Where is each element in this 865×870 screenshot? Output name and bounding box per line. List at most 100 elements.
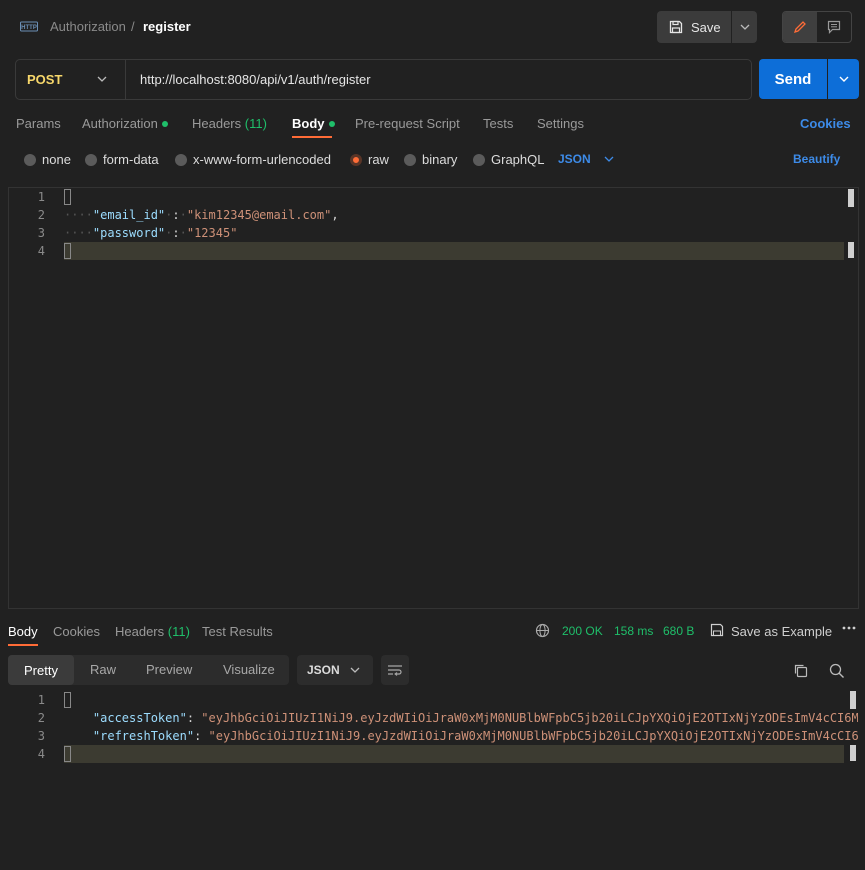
line-number: 4 <box>37 747 45 761</box>
response-tab-body[interactable]: Body <box>8 624 38 639</box>
status-code[interactable]: 200 OK <box>562 624 603 638</box>
http-request-icon: HTTP <box>20 19 38 35</box>
response-tab-test-results[interactable]: Test Results <box>202 624 273 639</box>
open-brace <box>64 189 71 205</box>
search-icon[interactable] <box>829 663 845 682</box>
chevron-down-icon <box>740 24 749 30</box>
wrap-icon <box>388 665 402 676</box>
more-options-icon[interactable] <box>842 620 856 637</box>
view-preview[interactable]: Preview <box>146 662 192 677</box>
view-visualize[interactable]: Visualize <box>223 662 275 677</box>
url-divider <box>125 60 126 99</box>
active-tab-underline <box>8 644 38 646</box>
radio-label: x-www-form-urlencoded <box>193 152 331 167</box>
radio-circle <box>24 153 36 166</box>
response-cursor-marker <box>850 745 856 761</box>
comment-icon <box>827 20 841 34</box>
edit-docs-toggle <box>782 11 852 43</box>
tab-label: Headers <box>192 116 242 131</box>
view-raw[interactable]: Raw <box>90 662 116 677</box>
line-number: 1 <box>37 190 45 204</box>
indicator-dot <box>161 120 168 127</box>
chevron-down-icon[interactable] <box>604 152 614 169</box>
save-options-button[interactable] <box>732 11 757 43</box>
tab-body[interactable]: Body <box>292 116 335 131</box>
send-options-button[interactable] <box>828 59 859 99</box>
request-title[interactable]: register <box>143 19 191 34</box>
radio-form-data[interactable]: form-data <box>85 152 159 167</box>
edit-button[interactable] <box>783 12 817 42</box>
radio-label: none <box>42 152 71 167</box>
current-line-highlight <box>64 242 844 260</box>
radio-label: GraphQL <box>491 152 545 167</box>
headers-count: (11) <box>167 624 190 639</box>
globe-icon[interactable] <box>535 623 550 641</box>
save-as-example-button[interactable]: Save as Example <box>731 624 832 639</box>
line-number: 2 <box>37 208 45 222</box>
radio-none[interactable]: none <box>24 152 71 167</box>
response-scrollbar[interactable] <box>850 691 856 709</box>
line-number: 2 <box>37 711 45 725</box>
current-line-highlight <box>64 745 844 763</box>
svg-text:HTTP: HTTP <box>21 25 37 31</box>
radio-urlencoded[interactable]: x-www-form-urlencoded <box>175 152 331 167</box>
line-number: 4 <box>37 244 45 258</box>
code-line-access-token: "accessToken": "eyJhbGciOiJIUzI1NiJ9.eyJ… <box>92 711 858 725</box>
tab-headers[interactable]: Headers (11) <box>192 116 267 131</box>
body-format-select[interactable]: JSON <box>558 152 591 166</box>
close-brace <box>64 243 71 259</box>
tab-label: Authorization <box>82 116 158 131</box>
method-select[interactable]: POST <box>27 72 62 87</box>
tab-authorization[interactable]: Authorization <box>82 116 168 131</box>
chevron-down-icon <box>839 76 848 82</box>
tab-pre-request-script[interactable]: Pre-request Script <box>355 116 460 131</box>
save-button[interactable]: Save <box>657 11 731 43</box>
response-tab-cookies[interactable]: Cookies <box>53 624 100 639</box>
radio-label: binary <box>422 152 458 167</box>
radio-circle <box>473 153 485 166</box>
line-number: 3 <box>37 729 45 743</box>
comments-button[interactable] <box>817 12 851 42</box>
save-label: Save <box>691 19 721 35</box>
chevron-down-icon[interactable] <box>97 72 107 89</box>
response-format-select[interactable]: JSON <box>297 655 373 685</box>
copy-icon[interactable] <box>793 663 808 681</box>
tab-label: Headers <box>115 624 165 639</box>
radio-circle-selected <box>350 153 362 166</box>
tab-settings[interactable]: Settings <box>537 116 584 131</box>
tab-tests[interactable]: Tests <box>483 116 513 131</box>
close-brace <box>64 746 71 762</box>
radio-circle <box>175 153 187 166</box>
line-number: 1 <box>37 693 45 707</box>
beautify-button[interactable]: Beautify <box>793 152 840 166</box>
radio-label: form-data <box>103 152 159 167</box>
breadcrumb-separator: / <box>131 19 135 34</box>
code-line-password: ····"password"·:·"12345" <box>64 226 238 240</box>
open-brace <box>64 692 71 708</box>
radio-circle <box>404 153 416 166</box>
editor-scrollbar[interactable] <box>848 189 854 207</box>
line-number: 3 <box>37 226 45 240</box>
view-pretty[interactable]: Pretty <box>8 655 74 685</box>
wrap-lines-button[interactable] <box>381 655 409 685</box>
format-label: JSON <box>307 663 340 677</box>
code-line-refresh-token: "refreshToken": "eyJhbGciOiJIUzI1NiJ9.ey… <box>92 729 858 743</box>
response-size[interactable]: 680 B <box>663 624 694 638</box>
tab-label: Body <box>292 116 325 131</box>
editor-cursor-marker <box>848 242 854 258</box>
tab-params[interactable]: Params <box>16 116 61 131</box>
headers-count: (11) <box>244 116 267 131</box>
response-tab-headers[interactable]: Headers (11) <box>115 624 190 639</box>
radio-raw[interactable]: raw <box>350 152 389 167</box>
send-button[interactable]: Send <box>759 59 827 99</box>
indicator-dot <box>328 120 335 127</box>
save-icon <box>710 623 724 640</box>
response-time[interactable]: 158 ms <box>614 624 653 638</box>
cookies-link[interactable]: Cookies <box>800 116 851 131</box>
radio-binary[interactable]: binary <box>404 152 457 167</box>
radio-graphql[interactable]: GraphQL <box>473 152 544 167</box>
active-tab-underline <box>292 136 332 138</box>
breadcrumb-collection[interactable]: Authorization <box>50 19 126 34</box>
radio-circle <box>85 153 97 166</box>
url-input[interactable]: http://localhost:8080/api/v1/auth/regist… <box>140 72 371 87</box>
